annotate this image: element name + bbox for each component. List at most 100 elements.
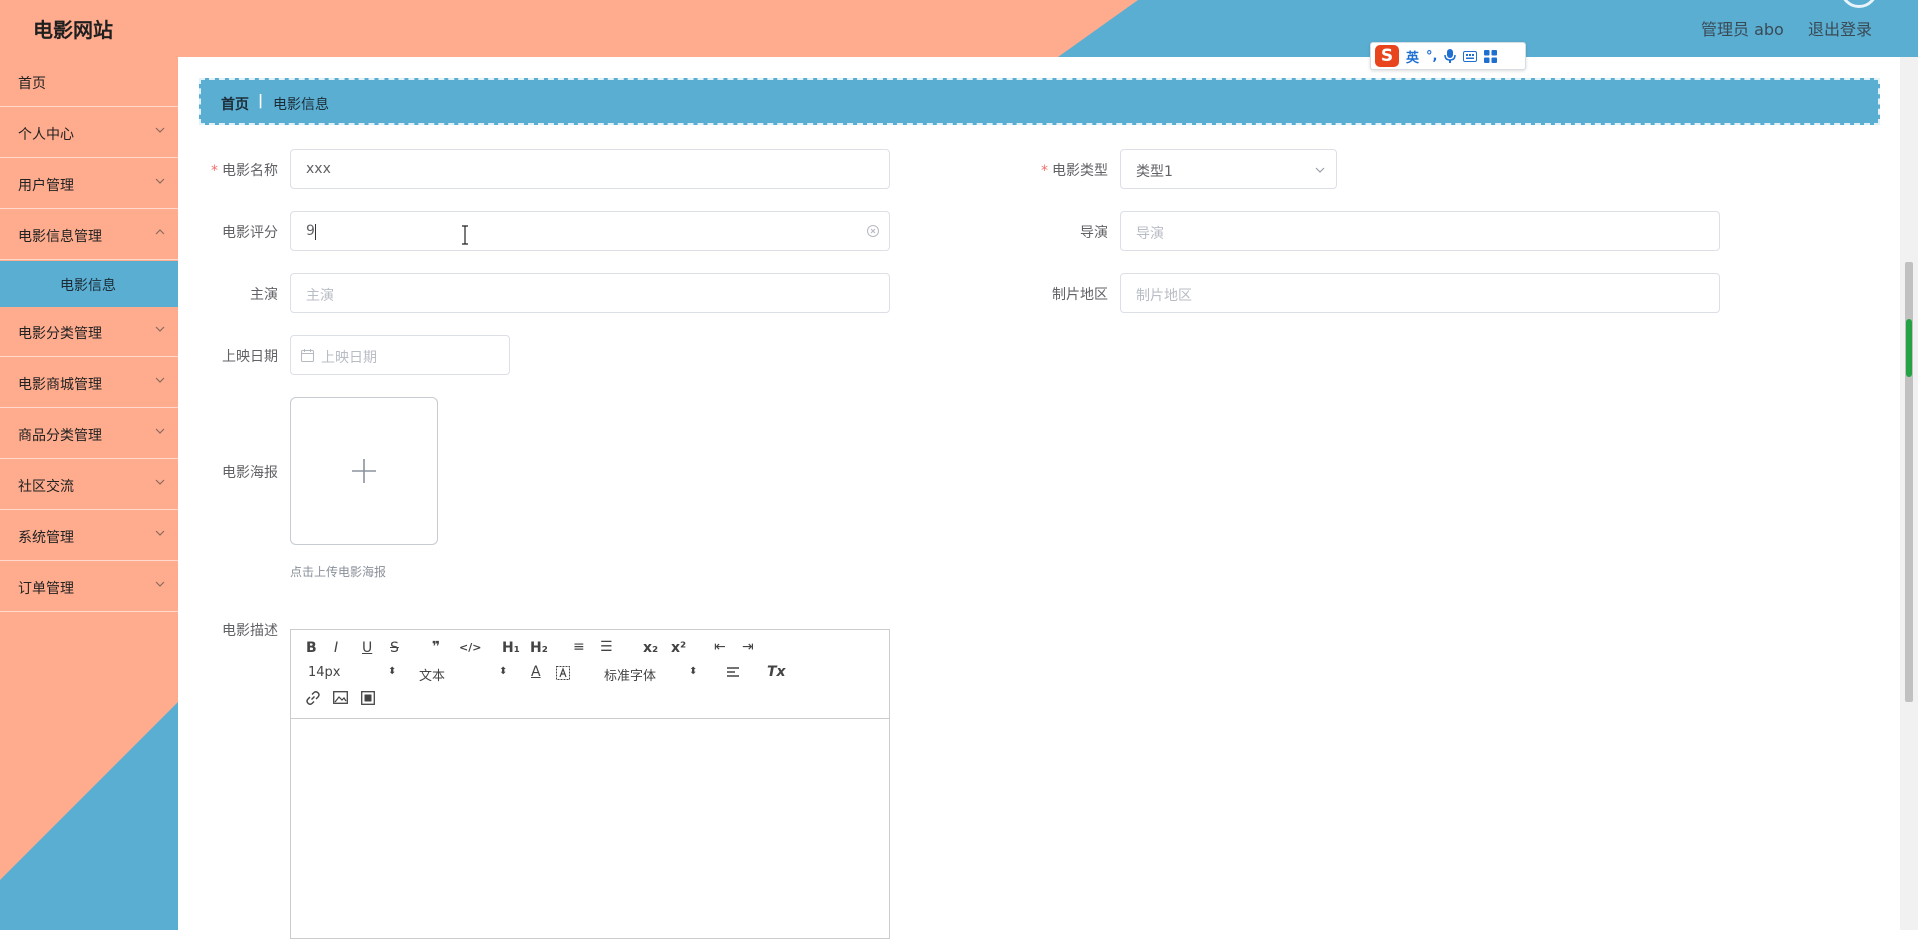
sidebar-item-label: 订单管理 xyxy=(18,581,74,597)
lead-actor-input[interactable]: 主演 xyxy=(290,273,890,313)
sidebar-item-movie-category[interactable]: 电影分类管理 xyxy=(0,307,178,357)
breadcrumb-current: 电影信息 xyxy=(273,97,329,113)
region-input[interactable]: 制片地区 xyxy=(1120,273,1720,313)
text-caret xyxy=(315,224,316,240)
movie-type-value: 类型1 xyxy=(1136,164,1173,180)
top-header: 电影网站 管理员 abo 退出登录 xyxy=(0,0,1918,57)
sidebar-subitem-movie-info[interactable]: 电影信息 xyxy=(0,261,178,307)
poster-upload-tip: 点击上传电影海报 xyxy=(290,565,387,579)
director-input[interactable]: 导演 xyxy=(1120,211,1720,251)
movie-name-input[interactable]: xxx xyxy=(290,149,890,189)
chevron-up-icon xyxy=(155,229,165,235)
breadcrumb-home-link[interactable]: 首页 xyxy=(221,94,249,114)
sidebar: 首页 个人中心 用户管理 电影信息管理 电影信息 电影分类管理 电影商城管理 商… xyxy=(0,57,178,930)
lead-actor-placeholder: 主演 xyxy=(306,288,334,304)
rich-text-editor[interactable]: B I U S ❞ </> H₁ H₂ ≡ ☰ x₂ x² ⇤ ⇥ 14px ⬍… xyxy=(290,629,890,939)
director-label: 导演 xyxy=(1080,225,1108,241)
clear-icon[interactable] xyxy=(866,224,880,238)
movie-score-input[interactable]: 9 xyxy=(290,211,890,251)
sidebar-item-label: 商品分类管理 xyxy=(18,428,102,444)
strikethrough-button[interactable]: S xyxy=(390,640,399,656)
movie-score-label: 电影评分 xyxy=(222,225,278,241)
clear-format-button[interactable]: Tx xyxy=(767,664,786,680)
sidebar-item-label: 用户管理 xyxy=(18,178,74,194)
link-icon[interactable] xyxy=(305,690,321,706)
movie-name-value: xxx xyxy=(306,161,331,177)
breadcrumb: 首页 | 电影信息 xyxy=(199,78,1880,125)
ime-punct-toggle[interactable]: °, xyxy=(1426,49,1437,64)
select-arrow-icon: ⬍ xyxy=(689,666,698,677)
heading-format-select[interactable]: 文本 ⬍ xyxy=(419,665,509,684)
sidebar-item-label: 首页 xyxy=(18,76,46,92)
blockquote-button[interactable]: ❞ xyxy=(432,639,440,655)
outdent-button[interactable]: ⇤ xyxy=(714,639,726,655)
subscript-button[interactable]: x₂ xyxy=(643,640,658,656)
chevron-down-icon xyxy=(155,428,165,434)
heading-2-button[interactable]: H₂ xyxy=(530,640,548,656)
sidebar-item-system[interactable]: 系统管理 xyxy=(0,511,178,561)
microphone-icon[interactable] xyxy=(1444,49,1457,63)
sidebar-item-label: 电影信息 xyxy=(60,278,116,294)
logout-button[interactable]: 退出登录 xyxy=(1808,16,1872,40)
font-size-value: 14px xyxy=(308,665,341,680)
text-color-button[interactable]: A xyxy=(531,664,541,680)
movie-type-label: * 电影类型 xyxy=(1041,163,1108,179)
sidebar-item-community[interactable]: 社区交流 xyxy=(0,460,178,510)
text-cursor-icon xyxy=(462,225,468,245)
font-family-select[interactable]: 标准字体 ⬍ xyxy=(604,665,699,684)
image-icon[interactable] xyxy=(333,691,348,704)
italic-button[interactable]: I xyxy=(334,640,338,656)
chevron-down-icon xyxy=(155,178,165,184)
sidebar-item-profile[interactable]: 个人中心 xyxy=(0,108,178,158)
underline-button[interactable]: U xyxy=(362,640,372,656)
calendar-icon xyxy=(301,349,314,362)
page-scrollbar[interactable] xyxy=(1900,57,1918,930)
chevron-down-icon xyxy=(1315,167,1325,173)
release-date-label: 上映日期 xyxy=(222,349,278,365)
ime-lang-toggle[interactable]: 英 xyxy=(1406,47,1419,66)
sidebar-item-label: 系统管理 xyxy=(18,530,74,546)
superscript-button[interactable]: x² xyxy=(671,640,686,656)
bold-button[interactable]: B xyxy=(306,640,317,656)
release-date-picker[interactable]: 上映日期 xyxy=(290,335,510,375)
bullet-list-button[interactable]: ☰ xyxy=(600,639,613,655)
plus-icon xyxy=(352,459,376,483)
font-family-value: 标准字体 xyxy=(604,669,657,684)
select-arrow-icon: ⬍ xyxy=(499,666,508,677)
ordered-list-button[interactable]: ≡ xyxy=(573,639,585,655)
sidebar-item-home[interactable]: 首页 xyxy=(0,57,178,107)
movie-type-select[interactable]: 类型1 xyxy=(1120,149,1337,189)
video-icon[interactable] xyxy=(361,691,375,705)
sidebar-item-label: 电影信息管理 xyxy=(18,229,102,245)
ime-logo-icon[interactable]: S xyxy=(1375,45,1399,67)
sidebar-item-movie-shop[interactable]: 电影商城管理 xyxy=(0,358,178,408)
movie-name-label: * 电影名称 xyxy=(211,163,278,179)
align-left-icon[interactable] xyxy=(726,667,740,679)
header-background xyxy=(0,0,1918,57)
lead-actor-label: 主演 xyxy=(250,287,278,303)
poster-upload-box[interactable] xyxy=(290,397,438,545)
editor-content-area[interactable] xyxy=(291,720,889,938)
sidebar-item-orders[interactable]: 订单管理 xyxy=(0,562,178,612)
keyboard-icon[interactable] xyxy=(1463,50,1478,62)
heading-1-button[interactable]: H₁ xyxy=(502,640,520,656)
sidebar-item-users[interactable]: 用户管理 xyxy=(0,159,178,209)
chevron-down-icon xyxy=(155,479,165,485)
chevron-down-icon xyxy=(155,581,165,587)
ime-toolbar[interactable]: S 英 °, xyxy=(1370,42,1526,70)
code-block-button[interactable]: </> xyxy=(459,641,481,654)
site-title: 电影网站 xyxy=(33,18,113,42)
movie-score-value: 9 xyxy=(306,223,315,239)
chevron-down-icon xyxy=(155,326,165,332)
chevron-down-icon xyxy=(155,127,165,133)
sidebar-item-movie-info-mgmt[interactable]: 电影信息管理 xyxy=(0,210,178,260)
background-color-icon[interactable] xyxy=(556,666,570,680)
director-placeholder: 导演 xyxy=(1136,226,1164,242)
grid-apps-icon[interactable] xyxy=(1484,49,1498,63)
breadcrumb-separator: | xyxy=(258,93,264,109)
sidebar-item-goods-category[interactable]: 商品分类管理 xyxy=(0,409,178,459)
font-size-select[interactable]: 14px ⬍ xyxy=(308,665,398,680)
sidebar-item-label: 个人中心 xyxy=(18,127,74,143)
poster-label: 电影海报 xyxy=(222,465,278,481)
indent-button[interactable]: ⇥ xyxy=(742,639,754,655)
